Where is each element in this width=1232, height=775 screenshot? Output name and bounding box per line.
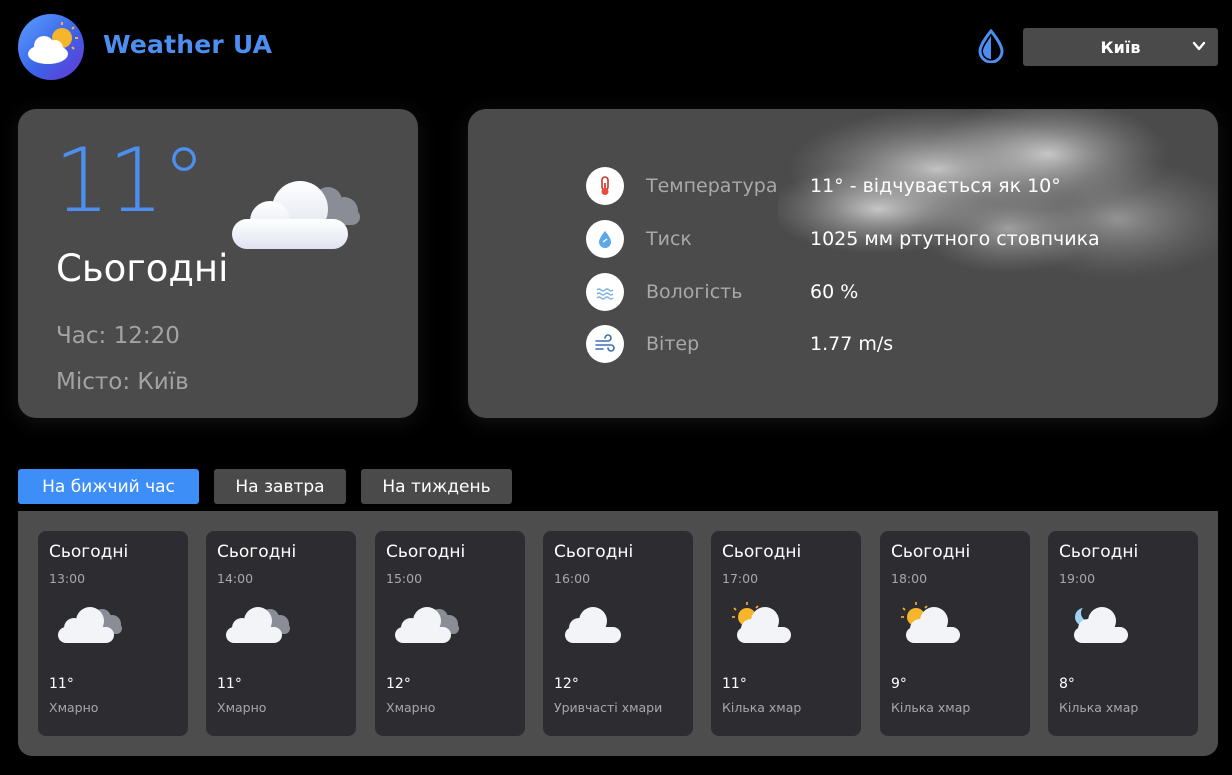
tab-nearest-hours[interactable]: На бижчий час xyxy=(18,469,199,504)
thermometer-icon xyxy=(586,167,624,205)
current-day-label: Сьогодні xyxy=(56,247,229,290)
forecast-time: 14:00 xyxy=(217,571,254,586)
city-select[interactable]: Київ xyxy=(1023,28,1218,66)
forecast-temp: 11° xyxy=(217,676,242,692)
forecast-temp: 12° xyxy=(554,676,579,692)
detail-label: Температура xyxy=(646,175,778,197)
pressure-icon xyxy=(586,220,624,258)
forecast-time: 13:00 xyxy=(49,571,86,586)
detail-row-temperature: Температура 11° - відчувається як 10° xyxy=(586,166,1061,206)
wind-icon xyxy=(586,325,624,363)
forecast-time: 15:00 xyxy=(386,571,423,586)
forecast-card: Сьогодні 18:00 9° Кілька хмар xyxy=(880,531,1030,736)
detail-row-pressure: Тиск 1025 мм ртутного стовпчика xyxy=(586,219,1100,259)
forecast-day: Сьогодні xyxy=(386,542,466,562)
forecast-day: Сьогодні xyxy=(722,542,802,562)
app-logo xyxy=(18,14,84,80)
tab-week[interactable]: На тиждень xyxy=(361,469,512,504)
forecast-card: Сьогодні 15:00 12° Хмарно xyxy=(375,531,525,736)
forecast-day: Сьогодні xyxy=(49,542,129,562)
forecast-desc: Кілька хмар xyxy=(891,700,971,715)
detail-value: 11° - відчувається як 10° xyxy=(810,175,1061,197)
overcast-icon xyxy=(58,607,122,643)
forecast-temp: 9° xyxy=(891,676,907,692)
forecast-card: Сьогодні 16:00 12° Уривчасті хмари xyxy=(543,531,693,736)
detail-value: 1025 мм ртутного стовпчика xyxy=(810,228,1100,250)
humidity-icon xyxy=(586,273,624,311)
chevron-down-icon xyxy=(1192,41,1206,51)
overcast-icon xyxy=(226,607,290,643)
cloudy-icon xyxy=(232,181,360,249)
logo-cloud-sun-icon xyxy=(28,22,78,64)
city-select-value: Київ xyxy=(1100,37,1141,57)
sun-cloud-icon xyxy=(901,602,960,643)
app-title: Weather UA xyxy=(103,30,273,59)
overcast-icon xyxy=(395,607,459,643)
water-drop-icon[interactable] xyxy=(976,29,1006,63)
cloud-icon xyxy=(565,607,621,643)
detail-label: Вітер xyxy=(646,333,700,355)
forecast-desc: Хмарно xyxy=(49,700,99,715)
detail-label: Тиск xyxy=(646,228,692,250)
detail-row-wind: Вітер 1.77 m/s xyxy=(586,324,893,364)
forecast-day: Сьогодні xyxy=(891,542,971,562)
sun-cloud-icon xyxy=(732,602,791,643)
detail-value: 60 % xyxy=(810,281,859,303)
current-city: Місто: Київ xyxy=(56,369,189,395)
clouds-background-image xyxy=(778,109,1218,279)
detail-row-humidity: Вологість 60 % xyxy=(586,272,858,312)
forecast-desc: Кілька хмар xyxy=(722,700,802,715)
forecast-temp: 12° xyxy=(386,676,411,692)
forecast-day: Сьогодні xyxy=(554,542,634,562)
forecast-time: 16:00 xyxy=(554,571,591,586)
forecast-card: Сьогодні 19:00 8° Кілька хмар xyxy=(1048,531,1198,736)
moon-cloud-icon xyxy=(1074,605,1128,643)
forecast-temp: 11° xyxy=(49,676,74,692)
forecast-card: Сьогодні 17:00 11° Кілька хмар xyxy=(711,531,861,736)
forecast-day: Сьогодні xyxy=(217,542,297,562)
hourly-forecast-panel: Сьогодні 13:00 11° Хмарно Сьогодні 14:00… xyxy=(18,511,1218,756)
current-temperature: 11° xyxy=(54,129,206,232)
forecast-temp: 8° xyxy=(1059,676,1075,692)
current-time: Час: 12:20 xyxy=(56,323,180,349)
forecast-time: 18:00 xyxy=(891,571,928,586)
detail-value: 1.77 m/s xyxy=(810,333,894,355)
forecast-time: 19:00 xyxy=(1059,571,1096,586)
tab-tomorrow[interactable]: На завтра xyxy=(214,469,346,504)
forecast-day: Сьогодні xyxy=(1059,542,1139,562)
forecast-card: Сьогодні 13:00 11° Хмарно xyxy=(38,531,188,736)
detail-label: Вологість xyxy=(646,281,743,303)
current-weather-card: 11° Сьогодні Час: 12:20 Місто: Київ xyxy=(18,109,418,418)
forecast-temp: 11° xyxy=(722,676,747,692)
forecast-card: Сьогодні 14:00 11° Хмарно xyxy=(206,531,356,736)
forecast-desc: Хмарно xyxy=(217,700,267,715)
weather-details-card: Температура 11° - відчувається як 10° Ти… xyxy=(468,109,1218,418)
forecast-desc: Уривчасті хмари xyxy=(554,700,663,715)
forecast-desc: Кілька хмар xyxy=(1059,700,1139,715)
forecast-desc: Хмарно xyxy=(386,700,436,715)
forecast-time: 17:00 xyxy=(722,571,759,586)
